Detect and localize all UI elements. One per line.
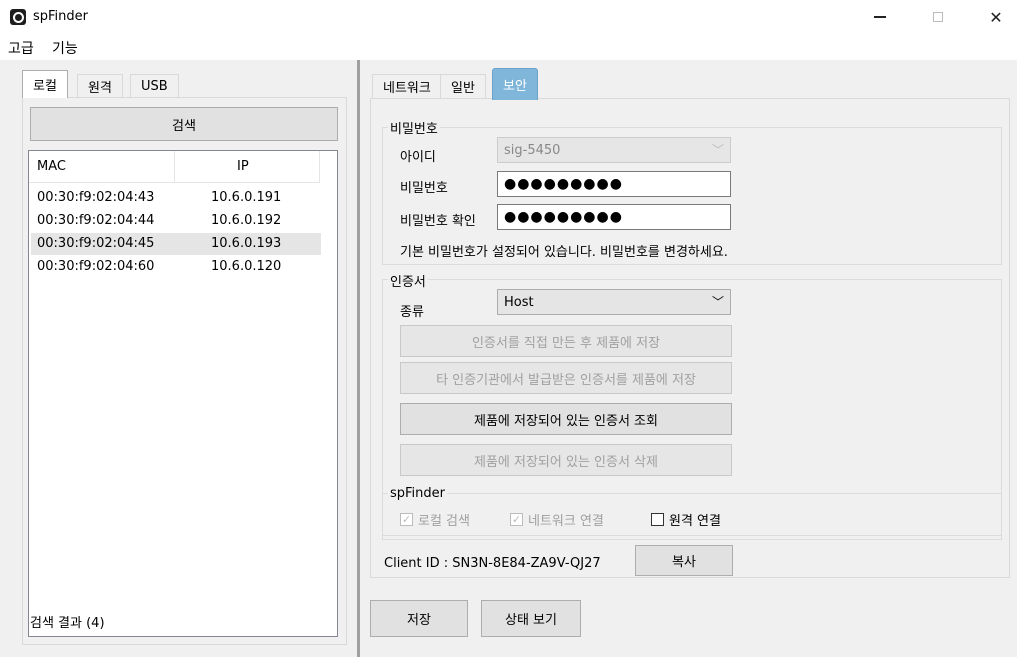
status-view-button[interactable]: 상태 보기 bbox=[481, 600, 581, 637]
tab-usb[interactable]: USB bbox=[130, 74, 179, 98]
left-panel: 로컬 원격 USB 검색 MAC IP 00:30:f9:02:04:43 10… bbox=[0, 60, 362, 657]
tab-general[interactable]: 일반 bbox=[440, 74, 486, 98]
checkbox-checked-icon: ✓ bbox=[400, 513, 413, 526]
table-row[interactable]: 00:30:f9:02:04:44 10.6.0.192 bbox=[31, 210, 321, 232]
delete-cert-button[interactable]: 제품에 저장되어 있는 인증서 삭제 bbox=[400, 444, 732, 476]
tab-network[interactable]: 네트워크 bbox=[372, 74, 442, 98]
menu-advanced[interactable]: 고급 bbox=[8, 38, 34, 58]
password-label: 비밀번호 bbox=[400, 181, 448, 196]
minimize-icon bbox=[874, 16, 886, 18]
id-select: sig-5450 ﹀ bbox=[497, 137, 731, 163]
password-input[interactable]: ●●●●●●●●● bbox=[497, 171, 731, 197]
window-title: spFinder bbox=[33, 9, 89, 24]
client-id-text: Client ID : SN3N-8E84-ZA9V-QJ27 bbox=[384, 556, 601, 571]
remote-connect-checkbox[interactable]: 원격 연결 bbox=[651, 510, 721, 529]
network-connect-label: 네트워크 연결 bbox=[528, 514, 604, 529]
remote-connect-label: 원격 연결 bbox=[669, 514, 721, 529]
chevron-down-icon: ﹀ bbox=[711, 295, 724, 309]
row-mac: 00:30:f9:02:04:44 bbox=[37, 213, 155, 228]
tab-remote[interactable]: 원격 bbox=[77, 74, 123, 98]
column-header-mac[interactable]: MAC bbox=[37, 159, 66, 174]
table-row-selected[interactable]: 00:30:f9:02:04:45 10.6.0.193 bbox=[31, 233, 321, 255]
tab-security[interactable]: 보안 bbox=[492, 68, 538, 100]
certificate-group-title: 인증서 bbox=[388, 271, 428, 290]
import-external-cert-button[interactable]: 타 인증기관에서 발급받은 인증서를 제품에 저장 bbox=[400, 362, 732, 394]
id-value: sig-5450 bbox=[504, 142, 561, 158]
maximize-icon bbox=[933, 12, 943, 22]
row-ip: 10.6.0.120 bbox=[211, 259, 282, 274]
column-divider[interactable] bbox=[319, 151, 320, 183]
title-bar: spFinder ✕ bbox=[0, 0, 1017, 34]
local-search-label: 로컬 검색 bbox=[418, 514, 470, 529]
menu-bar: 고급 기능 bbox=[0, 34, 1017, 60]
minimize-button[interactable] bbox=[857, 0, 903, 34]
spfinder-group-title: spFinder bbox=[388, 486, 448, 501]
tab-local[interactable]: 로컬 bbox=[22, 70, 68, 98]
panel-splitter[interactable] bbox=[357, 60, 360, 657]
create-cert-button[interactable]: 인증서를 직접 만든 후 제품에 저장 bbox=[400, 325, 732, 357]
column-header-ip[interactable]: IP bbox=[237, 159, 249, 174]
password-confirm-input[interactable]: ●●●●●●●●● bbox=[497, 204, 731, 230]
password-notice: 기본 비밀번호가 설정되어 있습니다. 비밀번호를 변경하세요. bbox=[400, 245, 728, 260]
row-mac: 00:30:f9:02:04:45 bbox=[37, 236, 155, 251]
row-mac: 00:30:f9:02:04:43 bbox=[37, 190, 155, 205]
network-connect-checkbox[interactable]: ✓ 네트워크 연결 bbox=[510, 510, 604, 529]
right-panel: 네트워크 일반 보안 비밀번호 아이디 sig-5450 ﹀ 비밀번호 ●●●●… bbox=[362, 60, 1017, 657]
row-ip: 10.6.0.191 bbox=[211, 190, 282, 205]
column-divider[interactable] bbox=[174, 151, 175, 183]
checkbox-checked-icon: ✓ bbox=[510, 513, 523, 526]
row-ip: 10.6.0.192 bbox=[211, 213, 282, 228]
close-icon: ✕ bbox=[989, 7, 1003, 27]
cert-type-select[interactable]: Host ﹀ bbox=[497, 289, 731, 315]
local-search-checkbox[interactable]: ✓ 로컬 검색 bbox=[400, 510, 470, 529]
password-group-title: 비밀번호 bbox=[388, 118, 440, 137]
search-result-count: 검색 결과 (4) bbox=[30, 616, 105, 631]
menu-function[interactable]: 기능 bbox=[52, 38, 78, 58]
table-row[interactable]: 00:30:f9:02:04:43 10.6.0.191 bbox=[31, 187, 321, 209]
copy-button[interactable]: 복사 bbox=[635, 545, 733, 576]
maximize-button[interactable] bbox=[915, 0, 961, 34]
row-mac: 00:30:f9:02:04:60 bbox=[37, 259, 155, 274]
password-confirm-label: 비밀번호 확인 bbox=[400, 214, 476, 229]
app-search-icon bbox=[10, 9, 26, 25]
device-list-header: MAC IP bbox=[29, 151, 320, 183]
search-button[interactable]: 검색 bbox=[30, 107, 338, 141]
checkbox-unchecked-icon bbox=[651, 513, 664, 526]
cert-type-value: Host bbox=[504, 294, 534, 310]
save-button[interactable]: 저장 bbox=[370, 600, 468, 637]
table-row[interactable]: 00:30:f9:02:04:60 10.6.0.120 bbox=[31, 256, 321, 278]
cert-type-label: 종류 bbox=[400, 305, 424, 320]
id-label: 아이디 bbox=[400, 150, 436, 165]
device-list[interactable]: MAC IP 00:30:f9:02:04:43 10.6.0.191 00:3… bbox=[28, 150, 338, 637]
row-ip: 10.6.0.193 bbox=[211, 236, 282, 251]
view-cert-button[interactable]: 제품에 저장되어 있는 인증서 조회 bbox=[400, 403, 732, 435]
chevron-down-icon: ﹀ bbox=[711, 143, 724, 157]
close-button[interactable]: ✕ bbox=[973, 0, 1017, 34]
